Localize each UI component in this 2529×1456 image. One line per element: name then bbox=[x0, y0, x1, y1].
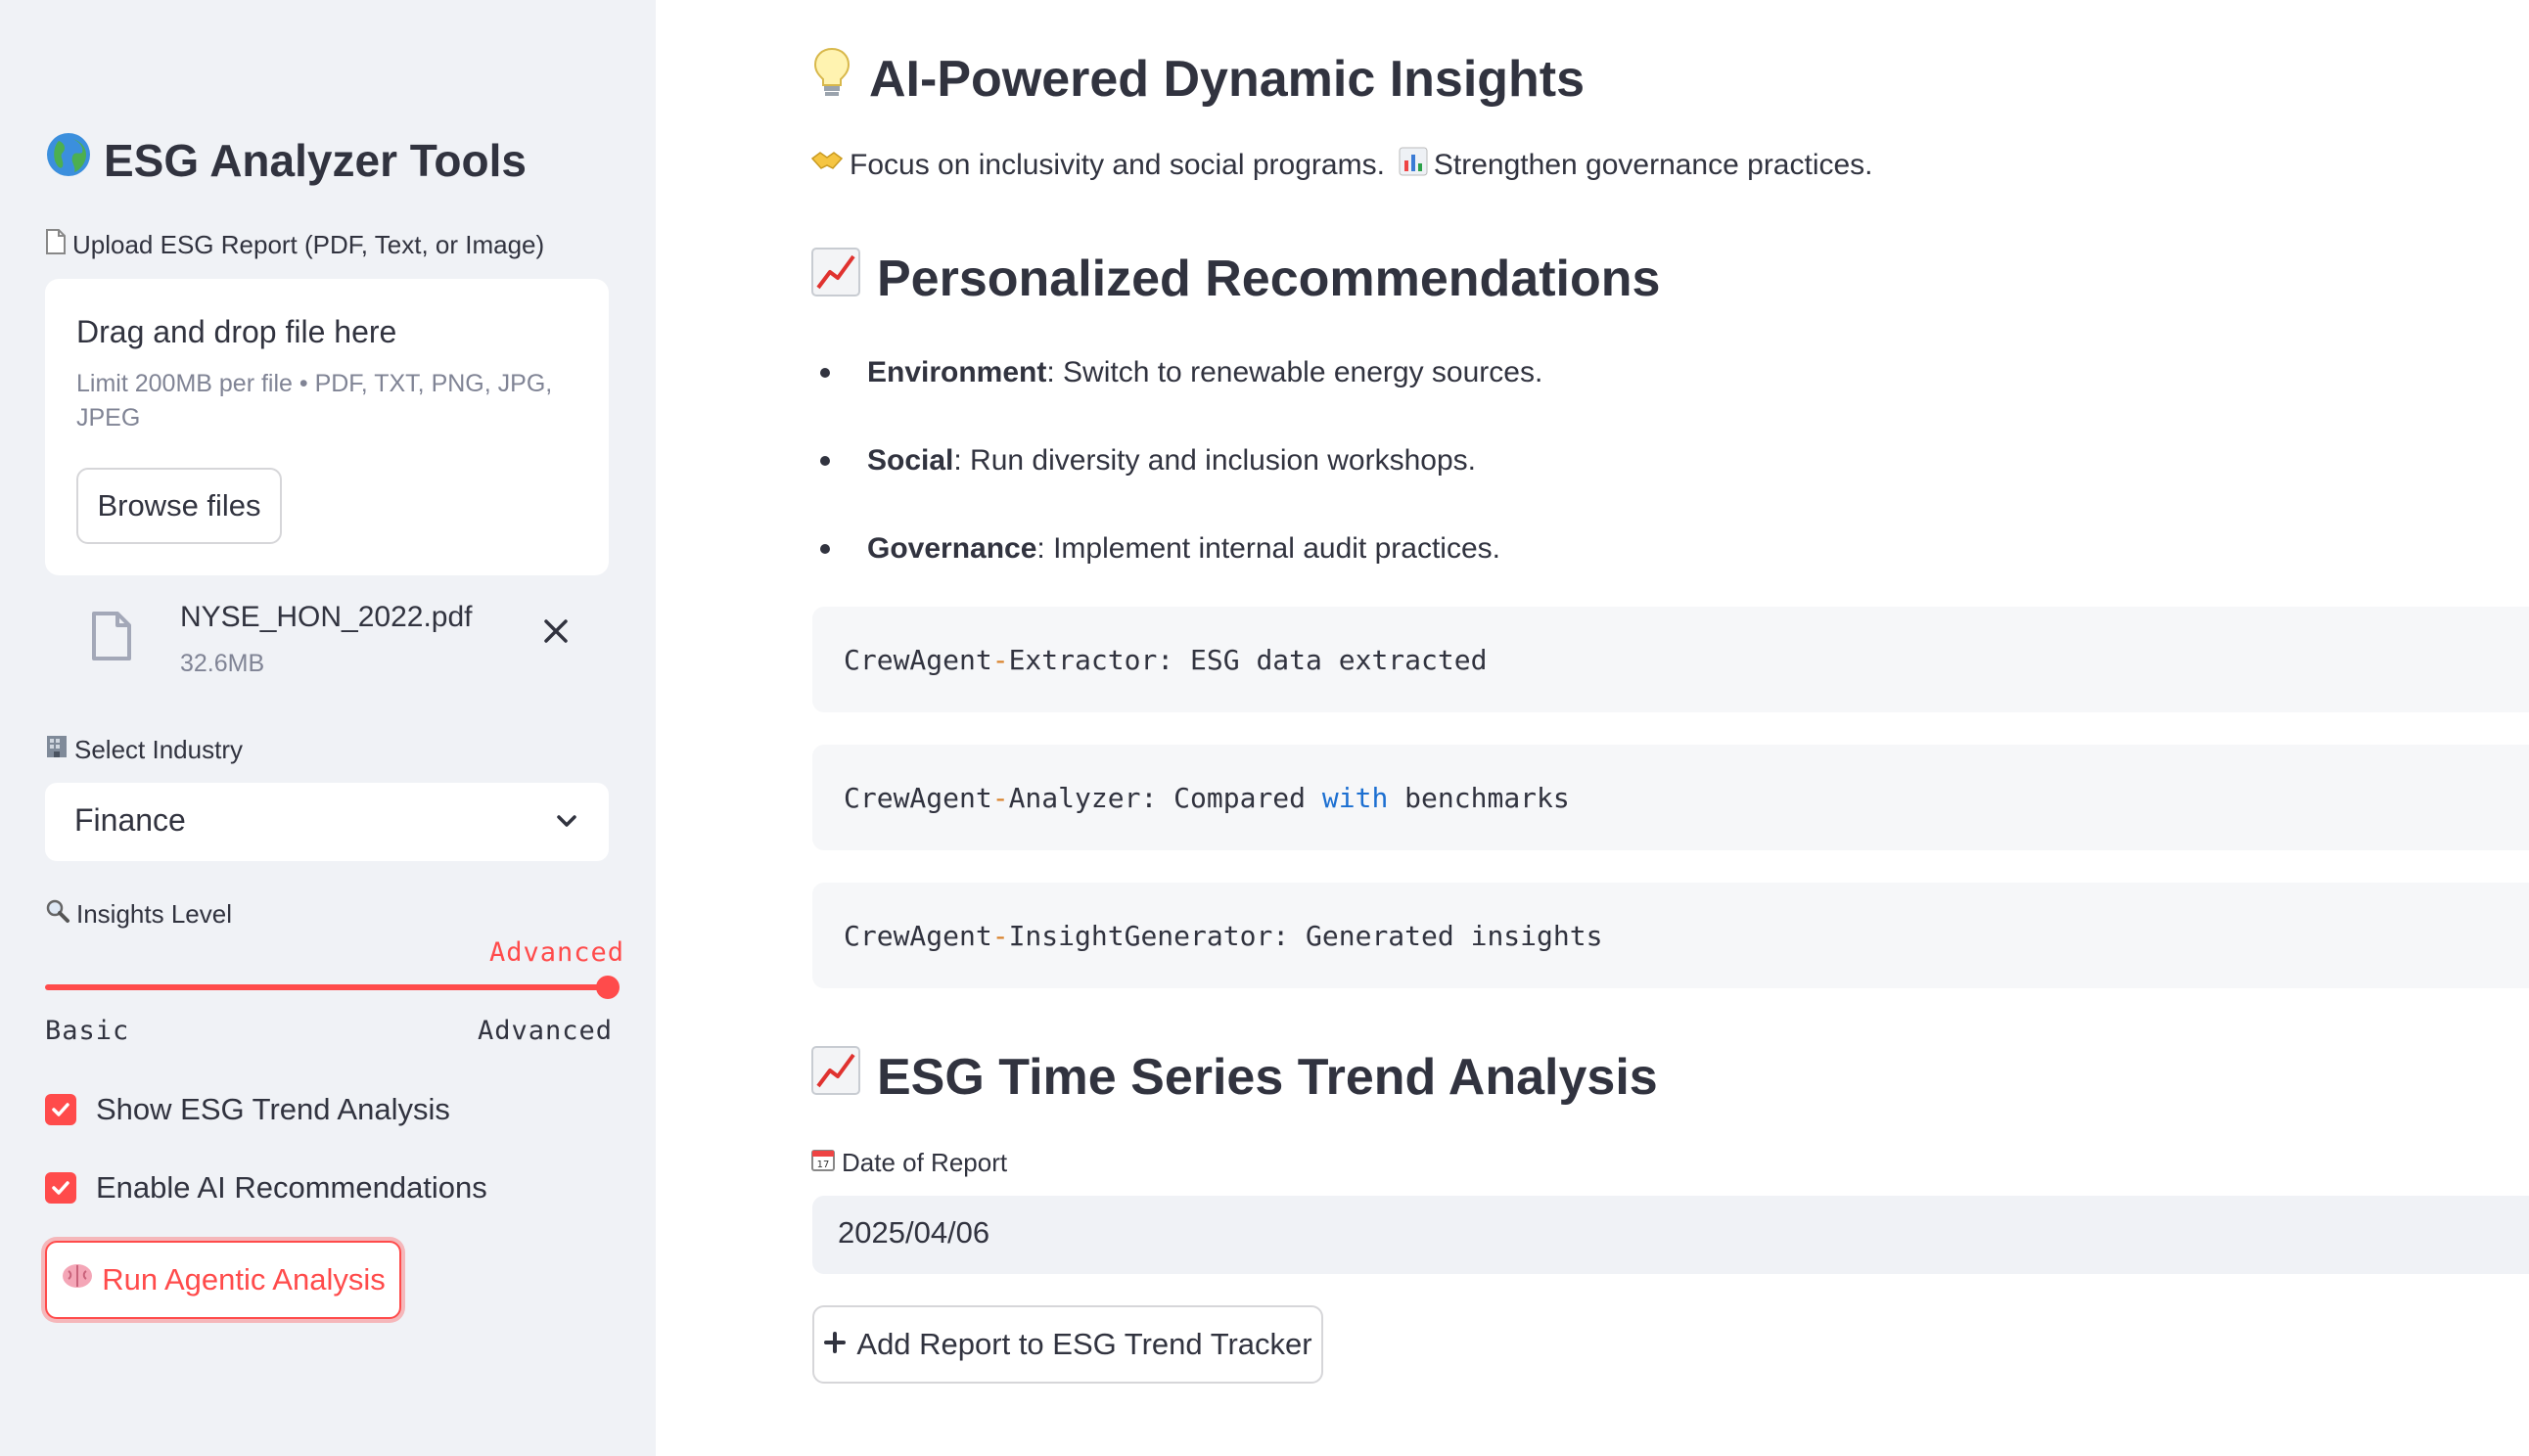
trend-analysis-label: Show ESG Trend Analysis bbox=[96, 1092, 450, 1126]
slider-min-label: Basic bbox=[45, 1016, 130, 1046]
file-name: NYSE_HON_2022.pdf bbox=[180, 601, 473, 633]
brain-icon bbox=[61, 1261, 94, 1298]
insights-heading: AI-Powered Dynamic Insights bbox=[810, 45, 1585, 113]
magnifier-icon bbox=[45, 898, 70, 931]
insights-slider-thumb[interactable] bbox=[596, 976, 620, 999]
building-icon bbox=[45, 734, 69, 766]
insights-slider-track[interactable] bbox=[45, 984, 609, 990]
file-icon bbox=[90, 611, 133, 666]
insights-heading-text: AI-Powered Dynamic Insights bbox=[869, 50, 1586, 108]
chart-increasing-icon bbox=[810, 1045, 861, 1109]
run-agentic-analysis-button[interactable]: Run Agentic Analysis bbox=[45, 1241, 401, 1319]
slider-current-value: Advanced bbox=[489, 937, 625, 968]
code-line: CrewAgent-Analyzer: Compared with benchm… bbox=[844, 782, 1570, 814]
plus-icon bbox=[823, 1327, 847, 1362]
insights-label-text: Insights Level bbox=[76, 899, 232, 929]
insights-label: Insights Level bbox=[45, 898, 232, 931]
ai-recommendations-label: Enable AI Recommendations bbox=[96, 1170, 487, 1205]
date-input-value: 2025/04/06 bbox=[838, 1215, 990, 1250]
industry-select[interactable]: Finance bbox=[45, 783, 609, 861]
handshake-icon bbox=[810, 149, 844, 182]
code-line: CrewAgent-Extractor: ESG data extracted bbox=[844, 644, 1488, 676]
recommendations-heading: Personalized Recommendations bbox=[810, 247, 1660, 310]
insights-text-2: Strengthen governance practices. bbox=[1433, 149, 1873, 181]
trend-heading-text: ESG Time Series Trend Analysis bbox=[877, 1048, 1658, 1106]
list-item: Environment : Switch to renewable energy… bbox=[820, 356, 1542, 389]
sidebar-title: ESG Analyzer Tools bbox=[45, 131, 527, 189]
chart-increasing-icon bbox=[810, 247, 861, 310]
date-label-text: Date of Report bbox=[842, 1148, 1008, 1177]
dropzone-limit: Limit 200MB per file • PDF, TXT, PNG, JP… bbox=[76, 370, 553, 432]
code-block: CrewAgent-InsightGenerator: Generated in… bbox=[812, 883, 2529, 988]
ai-recommendations-checkbox-row[interactable]: Enable AI Recommendations bbox=[45, 1170, 487, 1206]
upload-label-text: Upload ESG Report (PDF, Text, or Image) bbox=[72, 230, 545, 259]
trend-analysis-checkbox-row[interactable]: Show ESG Trend Analysis bbox=[45, 1092, 450, 1127]
date-input[interactable]: 2025/04/06 bbox=[812, 1196, 2529, 1274]
code-line: CrewAgent-InsightGenerator: Generated in… bbox=[844, 920, 1603, 952]
main-content: AI-Powered Dynamic Insights Focus on inc… bbox=[656, 0, 2529, 1456]
insights-text: Focus on inclusivity and social programs… bbox=[810, 147, 1873, 184]
add-report-button[interactable]: Add Report to ESG Trend Tracker bbox=[812, 1305, 1323, 1384]
svg-text:17: 17 bbox=[817, 1160, 830, 1170]
list-item: Social : Run diversity and inclusion wor… bbox=[820, 444, 1476, 478]
list-item: Governance : Implement internal audit pr… bbox=[820, 532, 1500, 566]
ai-recommendations-checkbox[interactable] bbox=[45, 1172, 76, 1204]
industry-label: Select Industry bbox=[45, 734, 243, 766]
code-block: CrewAgent-Extractor: ESG data extracted bbox=[812, 607, 2529, 712]
file-dropzone[interactable]: Drag and drop file here Limit 200MB per … bbox=[45, 279, 609, 575]
recommendations-heading-text: Personalized Recommendations bbox=[877, 250, 1661, 307]
run-button-label: Run Agentic Analysis bbox=[102, 1262, 386, 1297]
upload-label: Upload ESG Report (PDF, Text, or Image) bbox=[45, 229, 544, 261]
browse-files-button[interactable]: Browse files bbox=[76, 468, 282, 544]
code-block: CrewAgent-Analyzer: Compared with benchm… bbox=[812, 745, 2529, 850]
recommendation-key: Social bbox=[867, 444, 954, 477]
page-icon bbox=[45, 229, 67, 261]
recommendation-key: Environment bbox=[867, 356, 1047, 388]
dropzone-title: Drag and drop file here bbox=[76, 314, 397, 349]
globe-icon bbox=[45, 131, 92, 189]
industry-select-value: Finance bbox=[74, 802, 186, 838]
industry-label-text: Select Industry bbox=[74, 735, 243, 764]
trend-heading: ESG Time Series Trend Analysis bbox=[810, 1045, 1658, 1109]
uploaded-file: NYSE_HON_2022.pdf 32.6MB bbox=[45, 597, 609, 685]
recommendation-text: : Implement internal audit practices. bbox=[1036, 532, 1500, 565]
date-label: 17 Date of Report bbox=[810, 1147, 1007, 1179]
lightbulb-icon bbox=[810, 45, 853, 113]
close-icon[interactable] bbox=[540, 614, 572, 654]
calendar-icon: 17 bbox=[810, 1147, 836, 1179]
sidebar: ESG Analyzer Tools Upload ESG Report (PD… bbox=[0, 0, 656, 1456]
recommendation-key: Governance bbox=[867, 532, 1037, 565]
add-report-label: Add Report to ESG Trend Tracker bbox=[856, 1327, 1312, 1361]
recommendation-text: : Run diversity and inclusion workshops. bbox=[953, 444, 1476, 477]
sidebar-title-text: ESG Analyzer Tools bbox=[104, 134, 527, 186]
slider-max-label: Advanced bbox=[478, 1016, 614, 1046]
chevron-down-icon bbox=[554, 808, 579, 839]
trend-analysis-checkbox[interactable] bbox=[45, 1094, 76, 1125]
recommendation-text: : Switch to renewable energy sources. bbox=[1046, 356, 1543, 388]
bar-chart-icon bbox=[1399, 147, 1428, 184]
file-size: 32.6MB bbox=[180, 650, 265, 677]
insights-text-1: Focus on inclusivity and social programs… bbox=[850, 149, 1385, 181]
